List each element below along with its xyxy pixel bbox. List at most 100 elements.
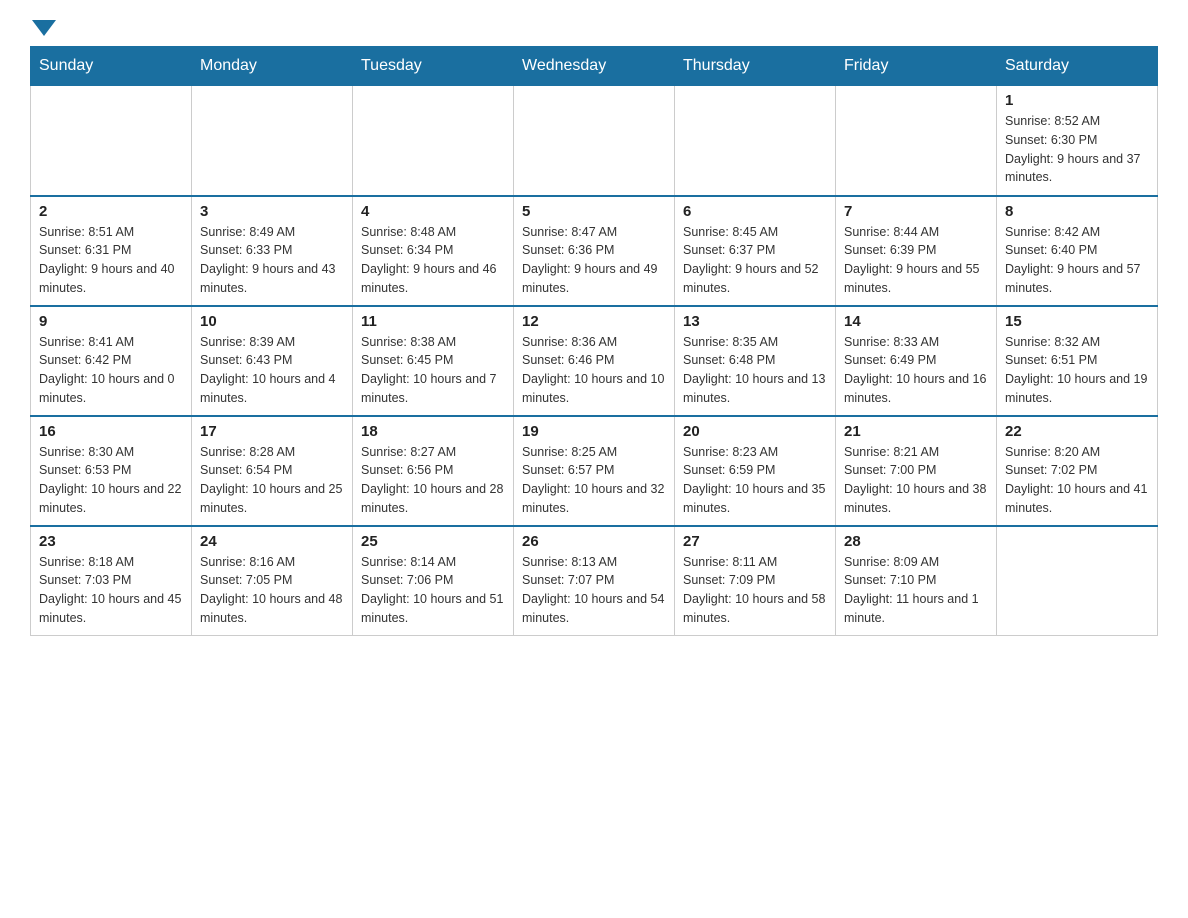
day-info: Sunrise: 8:45 AMSunset: 6:37 PMDaylight:…: [683, 223, 827, 298]
calendar-cell: [192, 86, 353, 196]
day-number: 26: [522, 533, 666, 550]
calendar-table: SundayMondayTuesdayWednesdayThursdayFrid…: [30, 46, 1158, 636]
day-info: Sunrise: 8:36 AMSunset: 6:46 PMDaylight:…: [522, 333, 666, 408]
calendar-week-row: 1 Sunrise: 8:52 AMSunset: 6:30 PMDaylight…: [31, 86, 1158, 196]
weekday-header-thursday: Thursday: [675, 47, 836, 86]
calendar-cell: 28 Sunrise: 8:09 AMSunset: 7:10 PMDayligh…: [836, 526, 997, 636]
day-info: Sunrise: 8:41 AMSunset: 6:42 PMDaylight:…: [39, 333, 183, 408]
calendar-cell: [514, 86, 675, 196]
day-number: 25: [361, 533, 505, 550]
day-number: 15: [1005, 313, 1149, 330]
day-number: 7: [844, 203, 988, 220]
calendar-week-row: 23Sunrise: 8:18 AMSunset: 7:03 PMDayligh…: [31, 526, 1158, 636]
day-number: 10: [200, 313, 344, 330]
calendar-cell: 4 Sunrise: 8:48 AMSunset: 6:34 PMDaylight…: [353, 196, 514, 306]
day-info: Sunrise: 8:09 AMSunset: 7:10 PMDaylight:…: [844, 553, 988, 628]
calendar-week-row: 16 Sunrise: 8:30 AMSunset: 6:53 PMDayligh…: [31, 416, 1158, 526]
calendar-header-row: SundayMondayTuesdayWednesdayThursdayFrid…: [31, 47, 1158, 86]
day-info: Sunrise: 8:48 AMSunset: 6:34 PMDaylight:…: [361, 223, 505, 298]
calendar-cell: [836, 86, 997, 196]
calendar-cell: 7 Sunrise: 8:44 AMSunset: 6:39 PMDaylight…: [836, 196, 997, 306]
calendar-cell: 1 Sunrise: 8:52 AMSunset: 6:30 PMDaylight…: [997, 86, 1158, 196]
calendar-cell: 15 Sunrise: 8:32 AMSunset: 6:51 PMDayligh…: [997, 306, 1158, 416]
calendar-week-row: 9 Sunrise: 8:41 AMSunset: 6:42 PMDaylight…: [31, 306, 1158, 416]
day-info: Sunrise: 8:13 AMSunset: 7:07 PMDaylight:…: [522, 553, 666, 628]
calendar-week-row: 2Sunrise: 8:51 AMSunset: 6:31 PMDaylight…: [31, 196, 1158, 306]
calendar-cell: 10 Sunrise: 8:39 AMSunset: 6:43 PMDayligh…: [192, 306, 353, 416]
day-number: 12: [522, 313, 666, 330]
weekday-header-monday: Monday: [192, 47, 353, 86]
day-number: 13: [683, 313, 827, 330]
day-info: Sunrise: 8:39 AMSunset: 6:43 PMDaylight:…: [200, 333, 344, 408]
day-info: Sunrise: 8:27 AMSunset: 6:56 PMDaylight:…: [361, 443, 505, 518]
weekday-header-wednesday: Wednesday: [514, 47, 675, 86]
calendar-cell: 6 Sunrise: 8:45 AMSunset: 6:37 PMDaylight…: [675, 196, 836, 306]
calendar-cell: 3Sunrise: 8:49 AMSunset: 6:33 PMDaylight…: [192, 196, 353, 306]
calendar-cell: 19Sunrise: 8:25 AMSunset: 6:57 PMDayligh…: [514, 416, 675, 526]
day-number: 23: [39, 533, 183, 550]
calendar-cell: 23Sunrise: 8:18 AMSunset: 7:03 PMDayligh…: [31, 526, 192, 636]
weekday-header-sunday: Sunday: [31, 47, 192, 86]
day-info: Sunrise: 8:14 AMSunset: 7:06 PMDaylight:…: [361, 553, 505, 628]
day-info: Sunrise: 8:20 AMSunset: 7:02 PMDaylight:…: [1005, 443, 1149, 518]
calendar-cell: 21 Sunrise: 8:21 AMSunset: 7:00 PMDayligh…: [836, 416, 997, 526]
day-info: Sunrise: 8:42 AMSunset: 6:40 PMDaylight:…: [1005, 223, 1149, 298]
day-number: 28: [844, 533, 988, 550]
calendar-cell: 14 Sunrise: 8:33 AMSunset: 6:49 PMDayligh…: [836, 306, 997, 416]
day-number: 27: [683, 533, 827, 550]
day-number: 9: [39, 313, 183, 330]
day-number: 5: [522, 203, 666, 220]
calendar-cell: [353, 86, 514, 196]
calendar-cell: [31, 86, 192, 196]
day-number: 18: [361, 423, 505, 440]
day-number: 14: [844, 313, 988, 330]
day-number: 4: [361, 203, 505, 220]
day-number: 16: [39, 423, 183, 440]
calendar-cell: [675, 86, 836, 196]
weekday-header-tuesday: Tuesday: [353, 47, 514, 86]
calendar-cell: 22 Sunrise: 8:20 AMSunset: 7:02 PMDayligh…: [997, 416, 1158, 526]
day-number: 20: [683, 423, 827, 440]
day-info: Sunrise: 8:11 AMSunset: 7:09 PMDaylight:…: [683, 553, 827, 628]
day-info: Sunrise: 8:44 AMSunset: 6:39 PMDaylight:…: [844, 223, 988, 298]
calendar-cell: 17 Sunrise: 8:28 AMSunset: 6:54 PMDayligh…: [192, 416, 353, 526]
day-info: Sunrise: 8:49 AMSunset: 6:33 PMDaylight:…: [200, 223, 344, 298]
day-info: Sunrise: 8:33 AMSunset: 6:49 PMDaylight:…: [844, 333, 988, 408]
calendar-cell: 18 Sunrise: 8:27 AMSunset: 6:56 PMDayligh…: [353, 416, 514, 526]
day-info: Sunrise: 8:35 AMSunset: 6:48 PMDaylight:…: [683, 333, 827, 408]
calendar-cell: 2Sunrise: 8:51 AMSunset: 6:31 PMDaylight…: [31, 196, 192, 306]
calendar-cell: [997, 526, 1158, 636]
day-number: 24: [200, 533, 344, 550]
day-number: 19: [522, 423, 666, 440]
calendar-cell: 11 Sunrise: 8:38 AMSunset: 6:45 PMDayligh…: [353, 306, 514, 416]
calendar-cell: 16 Sunrise: 8:30 AMSunset: 6:53 PMDayligh…: [31, 416, 192, 526]
weekday-header-saturday: Saturday: [997, 47, 1158, 86]
day-info: Sunrise: 8:52 AMSunset: 6:30 PMDaylight:…: [1005, 112, 1149, 187]
day-number: 2: [39, 203, 183, 220]
logo: [30, 20, 58, 36]
calendar-cell: 27 Sunrise: 8:11 AMSunset: 7:09 PMDayligh…: [675, 526, 836, 636]
day-number: 17: [200, 423, 344, 440]
day-info: Sunrise: 8:28 AMSunset: 6:54 PMDaylight:…: [200, 443, 344, 518]
day-number: 22: [1005, 423, 1149, 440]
day-info: Sunrise: 8:32 AMSunset: 6:51 PMDaylight:…: [1005, 333, 1149, 408]
day-info: Sunrise: 8:16 AMSunset: 7:05 PMDaylight:…: [200, 553, 344, 628]
weekday-header-friday: Friday: [836, 47, 997, 86]
day-info: Sunrise: 8:21 AMSunset: 7:00 PMDaylight:…: [844, 443, 988, 518]
day-info: Sunrise: 8:30 AMSunset: 6:53 PMDaylight:…: [39, 443, 183, 518]
day-number: 6: [683, 203, 827, 220]
logo-arrow-icon: [32, 20, 56, 36]
calendar-cell: 26 Sunrise: 8:13 AMSunset: 7:07 PMDayligh…: [514, 526, 675, 636]
day-number: 8: [1005, 203, 1149, 220]
calendar-cell: 5Sunrise: 8:47 AMSunset: 6:36 PMDaylight…: [514, 196, 675, 306]
page-header: [30, 20, 1158, 36]
day-number: 1: [1005, 92, 1149, 109]
calendar-cell: 24 Sunrise: 8:16 AMSunset: 7:05 PMDayligh…: [192, 526, 353, 636]
day-info: Sunrise: 8:38 AMSunset: 6:45 PMDaylight:…: [361, 333, 505, 408]
day-number: 21: [844, 423, 988, 440]
calendar-cell: 9 Sunrise: 8:41 AMSunset: 6:42 PMDaylight…: [31, 306, 192, 416]
day-number: 11: [361, 313, 505, 330]
day-info: Sunrise: 8:23 AMSunset: 6:59 PMDaylight:…: [683, 443, 827, 518]
calendar-cell: 8 Sunrise: 8:42 AMSunset: 6:40 PMDaylight…: [997, 196, 1158, 306]
calendar-cell: 13 Sunrise: 8:35 AMSunset: 6:48 PMDayligh…: [675, 306, 836, 416]
